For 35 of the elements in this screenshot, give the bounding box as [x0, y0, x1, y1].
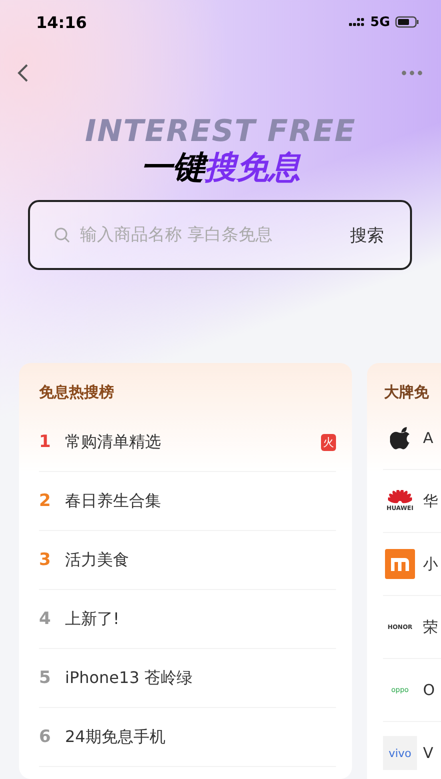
hot-badge: 火	[321, 434, 336, 450]
rank-number: 2	[39, 491, 52, 511]
search-icon	[54, 227, 70, 243]
card-title: 大牌免	[383, 382, 430, 402]
brand-name[interactable]: V	[423, 744, 434, 762]
search-term[interactable]: 上新了!	[65, 608, 336, 630]
search-button[interactable]: 搜索	[350, 224, 384, 246]
card-title: 免息热搜榜	[38, 382, 115, 402]
brand-name[interactable]: O	[423, 681, 435, 699]
search-term[interactable]: 24期免息手机	[65, 726, 336, 748]
battery-icon	[395, 16, 419, 28]
rank-number: 3	[39, 550, 52, 570]
page-title: 一键搜免息	[140, 148, 300, 186]
network-label: 5G	[370, 14, 390, 30]
rank-number: 4	[39, 609, 52, 629]
status-time: 14:16	[36, 12, 87, 32]
brand-name[interactable]: 华	[423, 492, 438, 510]
brand-name[interactable]: A	[423, 429, 434, 447]
search-term[interactable]: 活力美食	[65, 550, 336, 570]
back-icon[interactable]	[16, 63, 30, 83]
signal-icon	[349, 17, 366, 27]
backdrop-text: INTEREST FREE	[85, 116, 356, 148]
brand-name[interactable]: 荣	[423, 618, 438, 636]
search-term[interactable]: iPhone13 苍岭绿	[65, 668, 336, 688]
petal-logo	[388, 490, 412, 505]
search-term[interactable]: 春日养生合集	[65, 490, 336, 512]
brand-name[interactable]: 小	[423, 554, 438, 574]
apple-logo	[390, 426, 410, 450]
mi-logo	[385, 549, 415, 579]
logo-text: vivo	[383, 736, 417, 770]
search-term[interactable]: 常购清单精选	[65, 432, 321, 452]
search-field[interactable]: 输入商品名称 享白条免息	[78, 224, 350, 246]
rank-number: 1	[39, 432, 52, 452]
rank-number: 5	[39, 668, 52, 688]
rank-number: 6	[39, 727, 52, 747]
